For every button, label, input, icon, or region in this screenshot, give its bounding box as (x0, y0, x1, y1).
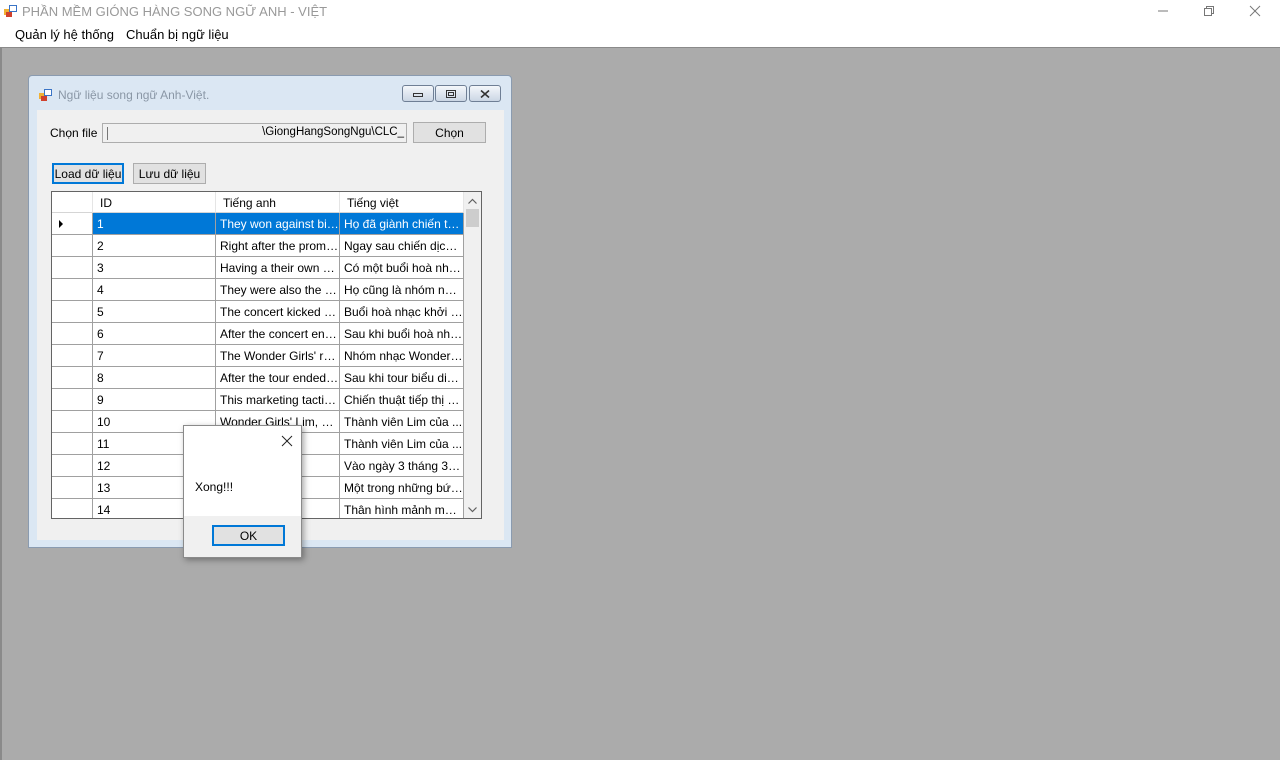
column-header-english[interactable]: Tiếng anh (216, 192, 340, 213)
grid-vertical-scrollbar[interactable] (464, 192, 481, 518)
app-title: PHẦN MỀM GIÓNG HÀNG SONG NGỮ ANH - VIỆT (22, 4, 328, 19)
cell-vietnamese[interactable]: Thành viên Lim của ... (340, 411, 464, 433)
cell-id[interactable]: 6 (93, 323, 216, 345)
row-header[interactable] (52, 389, 93, 411)
cell-vietnamese[interactable]: Chiến thuật tiếp thị nà... (340, 389, 464, 411)
save-data-button[interactable]: Lưu dữ liệu (133, 163, 206, 184)
child-minimize-button[interactable] (402, 85, 434, 102)
restore-button[interactable] (1186, 0, 1232, 22)
close-icon (480, 89, 490, 98)
cell-english[interactable]: The Wonder Girls' rele... (216, 345, 340, 367)
cell-vietnamese[interactable]: Thành viên Lim của ... (340, 433, 464, 455)
table-row[interactable]: 5 The concert kicked of... Buổi hoà nhạc k… (52, 301, 464, 323)
scroll-down-button[interactable] (464, 501, 481, 518)
minimize-button[interactable] (1140, 0, 1186, 22)
table-row[interactable]: 6 After the concert ende... Sau khi buổi h… (52, 323, 464, 345)
cell-vietnamese[interactable]: Một trong những bức ... (340, 477, 464, 499)
choose-file-button[interactable]: Chọn (413, 122, 486, 143)
row-header[interactable] (52, 499, 93, 518)
cell-vietnamese[interactable]: Sau khi tour biểu diễn ... (340, 367, 464, 389)
table-row[interactable]: 3 Having a their own co... Có một buổi hoà… (52, 257, 464, 279)
row-header[interactable] (52, 367, 93, 389)
child-window-icon (39, 89, 52, 101)
message-dialog: Xong!!! OK (183, 425, 302, 558)
cell-id[interactable]: 8 (93, 367, 216, 389)
cell-id[interactable]: 3 (93, 257, 216, 279)
row-header[interactable] (52, 477, 93, 499)
row-header[interactable] (52, 235, 93, 257)
column-header-vietnamese[interactable]: Tiếng việt (340, 192, 464, 213)
cell-vietnamese[interactable]: Họ cũng là nhóm nhạ... (340, 279, 464, 301)
cell-id[interactable]: 9 (93, 389, 216, 411)
row-header-corner (52, 192, 93, 213)
cell-english[interactable]: After the tour ended, t... (216, 367, 340, 389)
close-button[interactable] (1232, 0, 1278, 22)
table-row[interactable]: 2 Right after the promoti... Ngay sau chiế… (52, 235, 464, 257)
row-header[interactable] (52, 301, 93, 323)
child-maximize-button[interactable] (435, 85, 467, 102)
menu-bar: Quản lý hệ thống Chuẩn bị ngữ liệu (0, 23, 1280, 47)
close-icon (1249, 5, 1261, 17)
column-header-id[interactable]: ID (93, 192, 216, 213)
dialog-close-button[interactable] (279, 433, 295, 449)
row-header[interactable] (52, 433, 93, 455)
cell-id[interactable]: 7 (93, 345, 216, 367)
cell-english[interactable]: Having a their own co... (216, 257, 340, 279)
chevron-down-icon (468, 506, 477, 512)
file-path-field[interactable]: \GiongHangSongNgu\CLC_ (102, 123, 407, 143)
dialog-ok-button[interactable]: OK (212, 525, 285, 546)
cell-english[interactable]: The concert kicked of... (216, 301, 340, 323)
close-icon (281, 435, 293, 447)
menu-system-management[interactable]: Quản lý hệ thống (15, 27, 114, 42)
cell-vietnamese[interactable]: Sau khi buổi hoà nhạc... (340, 323, 464, 345)
scroll-thumb[interactable] (466, 209, 479, 227)
child-window-title: Ngữ liệu song ngữ Anh-Việt. (58, 88, 210, 102)
cell-english[interactable]: After the concert ende... (216, 323, 340, 345)
minimize-icon (1158, 10, 1168, 12)
row-header[interactable] (52, 345, 93, 367)
cell-id[interactable]: 2 (93, 235, 216, 257)
table-row[interactable]: 1 They won against big ... Họ đã giành chi… (52, 213, 464, 235)
restore-icon (1204, 6, 1214, 16)
menu-prepare-corpus[interactable]: Chuẩn bị ngữ liệu (126, 27, 229, 42)
cell-vietnamese[interactable]: Buổi hoà nhạc khởi đ... (340, 301, 464, 323)
cell-english[interactable]: Right after the promoti... (216, 235, 340, 257)
table-row[interactable]: 4 They were also the firs... Họ cũng là nh… (52, 279, 464, 301)
cell-vietnamese[interactable]: Thân hình mảnh mai c... (340, 499, 464, 518)
cell-vietnamese[interactable]: Có một buổi hoà nhạc ... (340, 257, 464, 279)
text-caret (107, 127, 108, 140)
cell-english[interactable]: This marketing tactic ... (216, 389, 340, 411)
current-row-arrow-icon (59, 220, 63, 228)
cell-vietnamese[interactable]: Ngay sau chiến dịch q... (340, 235, 464, 257)
minimize-icon (413, 92, 423, 97)
row-header[interactable] (52, 411, 93, 433)
cell-id[interactable]: 5 (93, 301, 216, 323)
app-window-icon (4, 5, 17, 17)
row-header[interactable] (52, 455, 93, 477)
app-title-bar: PHẦN MỀM GIÓNG HÀNG SONG NGỮ ANH - VIỆT (0, 0, 1280, 23)
load-data-button[interactable]: Load dữ liệu (52, 163, 124, 184)
table-row[interactable]: 9 This marketing tactic ... Chiến thuật ti… (52, 389, 464, 411)
file-path-value: \GiongHangSongNgu\CLC_ (262, 126, 404, 138)
dialog-footer: OK (184, 516, 301, 557)
table-row[interactable]: 8 After the tour ended, t... Sau khi tour … (52, 367, 464, 389)
cell-id[interactable]: 1 (93, 213, 216, 235)
dialog-message: Xong!!! (195, 480, 234, 494)
cell-id[interactable]: 4 (93, 279, 216, 301)
scroll-up-button[interactable] (464, 192, 481, 209)
row-header[interactable] (52, 257, 93, 279)
row-header[interactable] (52, 323, 93, 345)
file-label: Chọn file (50, 126, 98, 140)
child-close-button[interactable] (469, 85, 501, 102)
cell-vietnamese[interactable]: Nhóm nhạc Wonder G... (340, 345, 464, 367)
cell-english[interactable]: They won against big ... (216, 213, 340, 235)
cell-vietnamese[interactable]: Họ đã giành chiến thắ... (340, 213, 464, 235)
chevron-up-icon (468, 198, 477, 204)
row-header[interactable] (52, 279, 93, 301)
cell-vietnamese[interactable]: Vào ngày 3 tháng 3, Li... (340, 455, 464, 477)
cell-english[interactable]: They were also the firs... (216, 279, 340, 301)
row-header[interactable] (52, 213, 93, 235)
table-row[interactable]: 7 The Wonder Girls' rele... Nhóm nhạc Wond… (52, 345, 464, 367)
maximize-icon (446, 89, 456, 98)
